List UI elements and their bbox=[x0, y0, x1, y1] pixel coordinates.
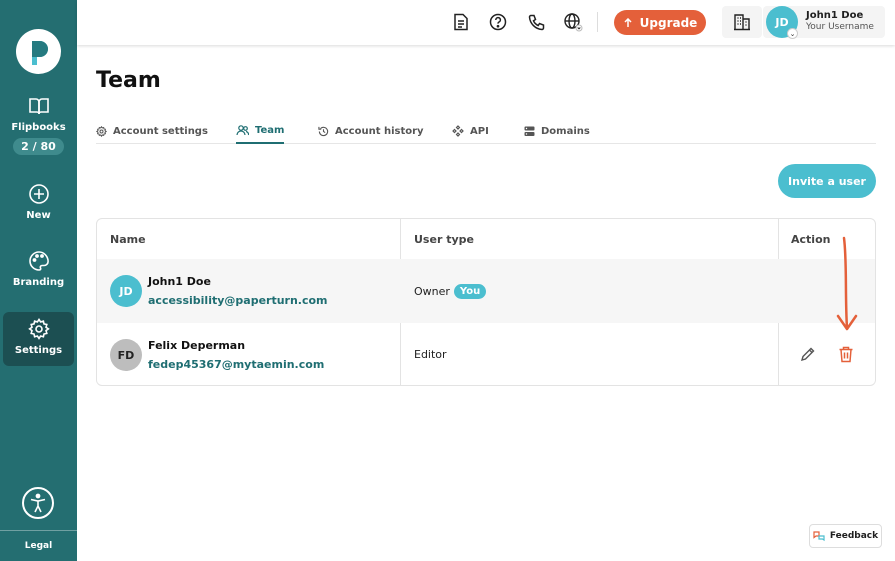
user-name: John1 Doe bbox=[806, 10, 864, 21]
sidebar-item-label: Settings bbox=[14, 345, 63, 356]
accessibility-icon bbox=[30, 493, 46, 513]
globe-icon[interactable] bbox=[562, 11, 584, 33]
feedback-label: Feedback bbox=[829, 531, 879, 541]
sidebar-divider bbox=[0, 530, 77, 531]
server-icon bbox=[524, 126, 535, 136]
member-email: fedep45367@mytaemin.com bbox=[148, 358, 325, 371]
topbar-divider bbox=[597, 12, 598, 32]
sidebar-item-branding[interactable]: Branding bbox=[3, 249, 74, 299]
sidebar-item-label: Branding bbox=[12, 277, 65, 288]
sidebar: Flipbooks 2 / 80 New Branding Settings L… bbox=[0, 0, 77, 561]
sidebar-item-settings[interactable]: Settings bbox=[3, 312, 74, 366]
table-row: JD John1 Doe accessibility@paperturn.com… bbox=[97, 259, 875, 323]
column-header-name: Name bbox=[110, 233, 146, 246]
tab-label: Account settings bbox=[113, 125, 208, 137]
accessibility-button[interactable] bbox=[22, 487, 54, 519]
trash-icon bbox=[839, 346, 853, 362]
plus-circle-icon bbox=[27, 182, 51, 206]
member-user-type: Editor bbox=[414, 348, 447, 361]
tab-label: API bbox=[470, 125, 489, 137]
member-user-type: Owner You bbox=[414, 284, 487, 299]
member-email: accessibility@paperturn.com bbox=[148, 294, 328, 307]
api-icon bbox=[452, 125, 464, 137]
annotation-arrow-icon bbox=[836, 236, 858, 331]
users-icon bbox=[236, 124, 249, 135]
tab-account-history[interactable]: Account history bbox=[318, 118, 424, 144]
document-icon[interactable] bbox=[450, 11, 472, 33]
user-menu[interactable]: JD ⌄ John1 Doe Your Username bbox=[763, 6, 885, 39]
tab-label: Account history bbox=[335, 125, 424, 137]
help-icon[interactable] bbox=[487, 11, 509, 33]
sidebar-item-label: Flipbooks bbox=[11, 122, 66, 133]
top-bar: Upgrade JD ⌄ John1 Doe Your Username bbox=[77, 0, 895, 45]
tab-api[interactable]: API bbox=[452, 118, 489, 144]
feedback-icon bbox=[813, 530, 825, 541]
gear-icon bbox=[27, 317, 51, 341]
user-username: Your Username bbox=[806, 22, 874, 32]
logo-icon bbox=[31, 40, 48, 65]
sidebar-item-new[interactable]: New bbox=[3, 182, 74, 232]
tab-label: Domains bbox=[541, 125, 590, 137]
user-type-label: Owner bbox=[414, 285, 450, 298]
invite-user-button[interactable]: Invite a user bbox=[778, 164, 876, 198]
settings-tabs: Account settings Team Account history AP… bbox=[96, 118, 876, 144]
upgrade-button[interactable]: Upgrade bbox=[614, 10, 706, 35]
upgrade-label: Upgrade bbox=[639, 15, 698, 30]
book-icon bbox=[27, 94, 51, 118]
tab-team[interactable]: Team bbox=[236, 118, 285, 144]
chevron-down-icon: ⌄ bbox=[787, 28, 798, 39]
team-table: Name User type Action JD John1 Doe acces… bbox=[96, 218, 876, 386]
you-badge: You bbox=[453, 284, 487, 299]
tab-label: Team bbox=[255, 124, 285, 136]
member-name: John1 Doe bbox=[148, 275, 211, 288]
page-title: Team bbox=[96, 68, 161, 93]
table-header: Name User type Action bbox=[97, 219, 875, 259]
phone-icon[interactable] bbox=[525, 11, 547, 33]
sidebar-item-label: New bbox=[26, 210, 51, 221]
sidebar-item-flipbooks[interactable]: Flipbooks 2 / 80 bbox=[3, 92, 74, 162]
gear-icon bbox=[96, 125, 107, 137]
user-type-label: Editor bbox=[414, 348, 447, 361]
history-icon bbox=[318, 126, 329, 136]
tab-account-settings[interactable]: Account settings bbox=[96, 118, 208, 144]
avatar: JD bbox=[110, 275, 142, 307]
flipbooks-count-badge: 2 / 80 bbox=[13, 138, 64, 155]
arrow-up-icon bbox=[624, 17, 632, 27]
palette-icon bbox=[27, 249, 51, 273]
tab-domains[interactable]: Domains bbox=[524, 118, 590, 144]
organization-button[interactable] bbox=[722, 6, 762, 38]
delete-user-button[interactable] bbox=[835, 343, 857, 365]
pencil-icon bbox=[800, 347, 815, 362]
edit-user-button[interactable] bbox=[797, 343, 819, 365]
feedback-button[interactable]: Feedback bbox=[809, 524, 882, 548]
building-icon bbox=[734, 14, 750, 31]
column-header-action: Action bbox=[791, 233, 831, 246]
table-row: FD Felix Deperman fedep45367@mytaemin.co… bbox=[97, 323, 875, 385]
column-header-user-type: User type bbox=[414, 233, 474, 246]
paperturn-logo[interactable] bbox=[16, 29, 61, 74]
member-name: Felix Deperman bbox=[148, 339, 246, 352]
avatar: FD bbox=[110, 339, 142, 371]
legal-link[interactable]: Legal bbox=[0, 541, 77, 551]
